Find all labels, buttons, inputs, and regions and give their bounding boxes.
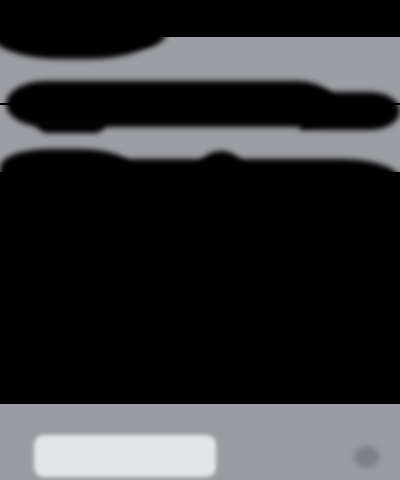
primary-button[interactable] [34, 435, 216, 477]
header-title-tail [120, 37, 170, 47]
header-row-end [300, 92, 400, 130]
circle-icon[interactable] [354, 446, 380, 468]
top-bar [0, 0, 400, 37]
header-panel [0, 37, 400, 177]
app-screen [0, 0, 400, 480]
header-row-underhang [36, 121, 106, 133]
header-divider [0, 103, 400, 105]
content-area [0, 172, 400, 404]
